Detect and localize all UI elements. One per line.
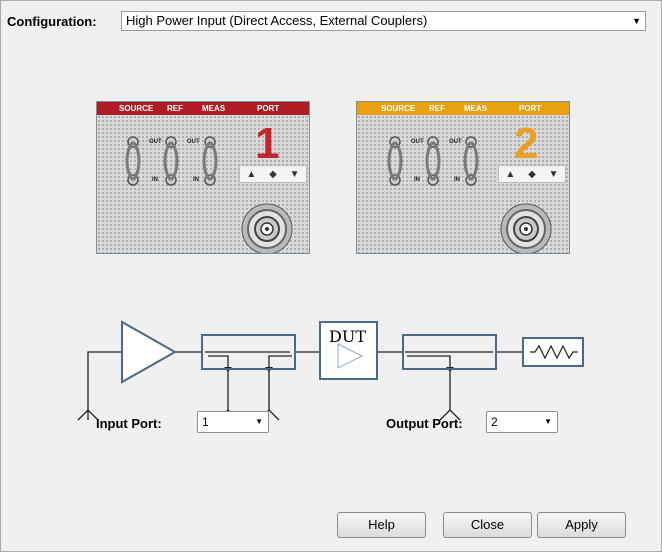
ref-out-label: OUT (149, 139, 162, 145)
port2-panel-header: SOURCE REF MEAS PORT (357, 102, 569, 115)
port1-panel-body: OUT OUT IN IN 1 ▲ ◆ ▼ (97, 115, 309, 253)
header-meas: MEAS (464, 104, 488, 113)
port2-panel-body: OUT OUT IN IN 2 ▲ ◆ ▼ (357, 115, 569, 253)
configuration-select[interactable]: High Power Input (Direct Access, Externa… (121, 11, 646, 31)
header-port: PORT (257, 104, 280, 113)
configuration-label: Configuration: (7, 14, 97, 29)
input-port-label: Input Port: (96, 416, 162, 431)
port2-number: 2 (514, 119, 539, 168)
meas-in-label: IN (454, 177, 460, 183)
header-source: SOURCE (381, 104, 416, 113)
port1-connector[interactable] (241, 203, 293, 254)
header-ref: REF (167, 104, 183, 113)
down-triangle-icon[interactable]: ▼ (549, 169, 559, 180)
meas-out-label: OUT (187, 139, 200, 145)
diamond-icon[interactable]: ◆ (269, 169, 277, 180)
up-triangle-icon[interactable]: ▲ (505, 169, 515, 180)
port1-nav: ▲ ◆ ▼ (239, 165, 307, 183)
down-triangle-icon[interactable]: ▼ (290, 169, 300, 180)
close-button[interactable]: Close (443, 512, 532, 538)
port2-connector[interactable] (500, 203, 552, 254)
output-port-label: Output Port: (386, 416, 463, 431)
ref-in-label: IN (414, 177, 420, 183)
port1-panel: SOURCE REF MEAS PORT OUT OUT IN IN 1 ▲ ◆… (96, 101, 310, 254)
up-triangle-icon[interactable]: ▲ (246, 169, 256, 180)
output-port-select[interactable]: 2 ▼ (486, 411, 558, 433)
meas-in-label: IN (193, 177, 199, 183)
amplifier-icon (121, 320, 178, 384)
port2-nav: ▲ ◆ ▼ (498, 165, 566, 183)
port1-number: 1 (255, 119, 280, 168)
chevron-down-icon: ▼ (255, 417, 263, 426)
header-meas: MEAS (202, 104, 226, 113)
input-port-select[interactable]: 1 ▼ (197, 411, 269, 433)
dut-label: DUT (329, 327, 366, 346)
port1-panel-header: SOURCE REF MEAS PORT (97, 102, 309, 115)
chevron-down-icon: ▼ (544, 417, 552, 426)
ref-in-label: IN (152, 177, 158, 183)
header-port: PORT (519, 104, 542, 113)
header-source: SOURCE (119, 104, 154, 113)
output-port-value: 2 (491, 415, 498, 429)
port2-panel: SOURCE REF MEAS PORT OUT OUT IN IN 2 ▲ ◆… (356, 101, 570, 254)
meas-out-label: OUT (449, 139, 462, 145)
help-button[interactable]: Help (337, 512, 426, 538)
configuration-value: High Power Input (Direct Access, Externa… (126, 13, 428, 28)
diamond-icon[interactable]: ◆ (528, 169, 536, 180)
ref-out-label: OUT (411, 139, 424, 145)
header-ref: REF (429, 104, 445, 113)
input-port-value: 1 (202, 415, 209, 429)
apply-button[interactable]: Apply (537, 512, 626, 538)
chevron-down-icon: ▼ (632, 16, 641, 26)
dialog-frame (0, 0, 662, 552)
